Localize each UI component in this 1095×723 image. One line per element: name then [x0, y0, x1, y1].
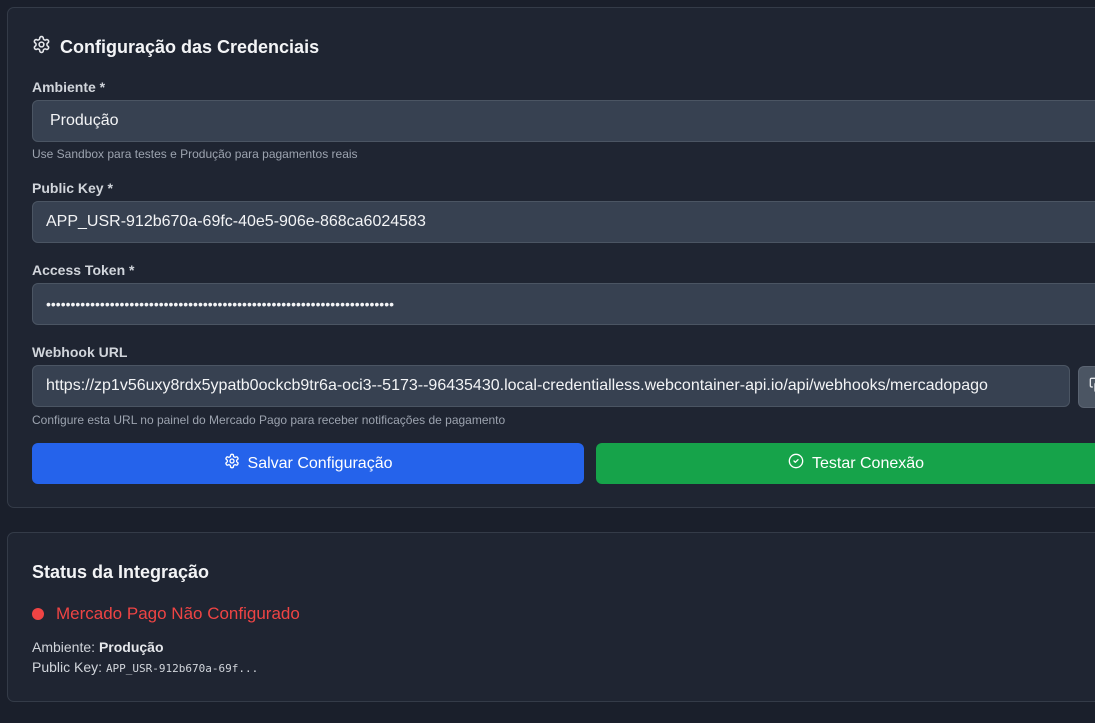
copy-webhook-button[interactable] — [1078, 366, 1095, 408]
access-token-input[interactable]: ••••••••••••••••••••••••••••••••••••••••… — [32, 283, 1095, 325]
status-public-key-value: APP_USR-912b670a-69f... — [105, 662, 259, 675]
status-public-key-label: Public Key: — [32, 659, 103, 675]
environment-label: Ambiente * — [32, 79, 106, 95]
access-token-label: Access Token * — [32, 262, 135, 278]
check-circle-icon — [788, 453, 804, 474]
integration-status-title: Status da Integração — [32, 562, 210, 582]
credentials-card-title: Configuração das Credenciais — [32, 35, 319, 59]
copy-icon — [1089, 377, 1095, 398]
environment-select[interactable]: Produção — [32, 100, 1095, 142]
environment-hint: Use Sandbox para testes e Produção para … — [32, 147, 358, 161]
status-environment-value: Produção — [98, 639, 164, 655]
public-key-label: Public Key * — [32, 180, 113, 196]
status-indicator: Mercado Pago Não Configurado — [32, 604, 300, 624]
test-connection-button[interactable]: Testar Conexão — [596, 443, 1095, 484]
credentials-card: Configuração das Credenciais Ambiente * … — [7, 7, 1095, 508]
save-config-button[interactable]: Salvar Configuração — [32, 443, 584, 484]
gear-icon — [224, 453, 240, 474]
status-text: Mercado Pago Não Configurado — [56, 604, 300, 623]
webhook-url-hint: Configure esta URL no painel do Mercado … — [32, 413, 506, 427]
test-connection-label: Testar Conexão — [811, 454, 925, 472]
status-public-key: Public Key: APP_USR-912b670a-69f... — [32, 659, 258, 675]
webhook-url-label: Webhook URL — [32, 344, 128, 360]
webhook-url-input[interactable]: https://zp1v56uxy8rdx5ypatb0ockcb9tr6a-o… — [32, 365, 1070, 407]
credentials-title-text: Configuração das Credenciais — [60, 36, 320, 57]
status-environment: Ambiente: Produção — [32, 639, 164, 655]
status-environment-label: Ambiente: — [32, 639, 96, 655]
public-key-input[interactable]: APP_USR-912b670a-69fc-40e5-906e-868ca602… — [32, 201, 1095, 243]
gear-icon — [32, 35, 51, 59]
save-config-label: Salvar Configuração — [247, 454, 393, 472]
status-dot-icon — [32, 608, 44, 620]
integration-status-card: Status da Integração Mercado Pago Não Co… — [7, 532, 1095, 702]
